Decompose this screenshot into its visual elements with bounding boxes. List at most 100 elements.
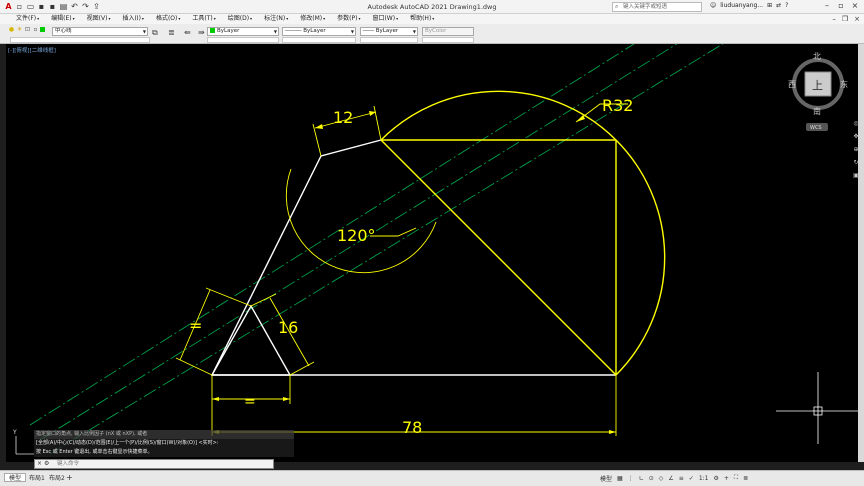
- arrowhead: [315, 124, 323, 129]
- dim-text-12[interactable]: 12: [333, 108, 353, 127]
- osnap-icon[interactable]: ◇: [659, 475, 664, 482]
- annotation-icon[interactable]: ✓: [689, 475, 694, 482]
- zoom-icon[interactable]: ⊕: [853, 146, 858, 153]
- lineweight-icon[interactable]: ≡: [679, 475, 684, 482]
- doc-minimize-button[interactable]: –: [832, 14, 836, 24]
- linetype-combo[interactable]: ――― ByLayer ▼: [282, 27, 356, 36]
- ucs-y-label: Y: [12, 429, 17, 436]
- menu-label: 视图(V): [86, 15, 108, 22]
- fullscreen-icon[interactable]: ⛶: [734, 474, 738, 482]
- compass-west[interactable]: 西: [788, 80, 796, 89]
- menu-view[interactable]: 视图(V)▾: [81, 14, 117, 24]
- make-current-icon[interactable]: ⇛: [198, 28, 205, 37]
- menu-edit[interactable]: 编辑(E)▾: [45, 14, 81, 24]
- right-scroll-strip: [858, 44, 864, 462]
- help-icon[interactable]: ?: [785, 2, 788, 9]
- plotstyle-subbar: [422, 37, 474, 43]
- menu-label: 帮助(H): [410, 15, 432, 22]
- lineweight-subbar: [360, 37, 418, 43]
- pan-icon[interactable]: ✥: [853, 133, 858, 140]
- menu-parametric[interactable]: 参数(P)▾: [331, 14, 366, 24]
- dim-text-16[interactable]: 16: [278, 318, 298, 337]
- orbit-icon[interactable]: ↻: [853, 159, 858, 166]
- close-button[interactable]: ×: [848, 1, 862, 10]
- search-input[interactable]: ⌕ 键入关键字或短语: [612, 2, 702, 12]
- menu-draw[interactable]: 绘图(D)▾: [222, 14, 258, 24]
- layer-subbar: [10, 37, 150, 43]
- color-value: ByLayer: [217, 28, 240, 34]
- dim-text-78[interactable]: 78: [402, 418, 422, 437]
- dim-text-r32[interactable]: R32: [602, 96, 633, 115]
- compass-north[interactable]: 北: [813, 52, 821, 61]
- workspace-icon[interactable]: ⚙: [713, 475, 718, 482]
- exchange-icon[interactable]: ⇄: [776, 2, 781, 9]
- ortho-icon[interactable]: ∟: [639, 475, 644, 482]
- drawing-svg[interactable]: 12 R32 120° = 16 = 78 上 北 南 西 东 WCS Y: [6, 44, 858, 462]
- user-name[interactable]: liuduanyang...: [720, 2, 763, 9]
- lineweight-combo[interactable]: ―― ByLayer ▼: [360, 27, 418, 36]
- dim-text-equal-bottom[interactable]: =: [244, 394, 256, 410]
- showmotion-icon[interactable]: ▣: [853, 172, 859, 179]
- menu-label: 绘图(D): [227, 15, 250, 22]
- arrowhead: [609, 430, 616, 434]
- sun-icon[interactable]: ☀: [16, 26, 23, 33]
- tab-model[interactable]: 模型: [4, 473, 27, 482]
- viewcube[interactable]: 上 北 南 西 东 WCS: [788, 52, 848, 131]
- menu-help[interactable]: 帮助(H)▾: [404, 14, 440, 24]
- dim12-ext1: [312, 123, 322, 157]
- settings-icon[interactable]: ⚙: [44, 460, 49, 467]
- menu-dimension[interactable]: 标注(N)▾: [258, 14, 294, 24]
- polar-icon[interactable]: ⊙: [649, 475, 654, 482]
- status-bar: 模型 ▦ ⋮ ∟ ⊙ ◇ ∠ ≡ ✓ 1:1 ⚙ + ⛶ ≣: [590, 470, 864, 486]
- doc-restore-button[interactable]: ❐: [842, 14, 848, 24]
- search-icon: ⌕: [615, 3, 619, 10]
- crosshair-cursor: [776, 372, 858, 444]
- maximize-button[interactable]: ▫: [834, 1, 848, 10]
- settings-icon[interactable]: +: [724, 475, 729, 482]
- search-placeholder: 键入关键字或短语: [623, 4, 668, 10]
- small-triangle: [210, 304, 292, 376]
- layer-properties-icon[interactable]: ⧉: [152, 28, 158, 38]
- snap-icon[interactable]: ⋮: [628, 475, 634, 482]
- layer-previous-icon[interactable]: ⇚: [184, 28, 191, 37]
- unlock-icon[interactable]: ⊡: [24, 26, 31, 33]
- layer-combo[interactable]: 中心线 ▼: [52, 27, 148, 36]
- minimize-button[interactable]: –: [820, 1, 834, 10]
- doc-close-button[interactable]: ×: [854, 14, 860, 24]
- window-controls: – ▫ ×: [820, 1, 862, 10]
- menu-tools[interactable]: 工具(T)▾: [186, 14, 221, 24]
- menu-modify[interactable]: 修改(M)▾: [294, 14, 331, 24]
- command-input[interactable]: × ⚙ 键入命令: [34, 459, 274, 469]
- title-bar: A ▫ ▭ ▪ ▪ ▤ ↶ ↷ ⇪ Autodesk AutoCAD 2021 …: [0, 0, 864, 14]
- otrack-icon[interactable]: ∠: [668, 475, 673, 482]
- customize-icon[interactable]: ≣: [743, 475, 748, 482]
- layer-states-icon[interactable]: ≣: [168, 28, 175, 37]
- menu-file[interactable]: 文件(F)▾: [10, 14, 45, 24]
- lightbulb-icon[interactable]: ●: [8, 26, 15, 33]
- plotstyle-combo[interactable]: ByColor: [422, 27, 474, 36]
- cart-icon[interactable]: ⊞: [767, 2, 772, 9]
- chevron-down-icon: ▼: [350, 29, 354, 34]
- compass-south[interactable]: 南: [813, 106, 821, 116]
- menu-insert[interactable]: 插入(I)▾: [116, 14, 149, 24]
- compass-east[interactable]: 东: [840, 79, 848, 89]
- grid-icon[interactable]: ▦: [617, 475, 623, 482]
- dim16-ext2: [289, 361, 315, 376]
- menu-window[interactable]: 窗口(W)▾: [366, 14, 404, 24]
- arrowhead: [212, 397, 219, 401]
- close-icon[interactable]: ×: [37, 460, 42, 467]
- viewport-label[interactable]: [-][俯视][二维线框]: [8, 46, 56, 54]
- dim-text-120[interactable]: 120°: [337, 226, 376, 245]
- dim-text-equal-left[interactable]: =: [189, 316, 202, 335]
- color-combo[interactable]: ByLayer ▼: [207, 27, 279, 36]
- model-space-button[interactable]: 模型: [600, 474, 612, 483]
- menu-format[interactable]: 格式(O)▾: [150, 14, 186, 24]
- full-navigation-wheel-icon[interactable]: ◎: [853, 120, 858, 127]
- add-layout-button[interactable]: +: [66, 473, 73, 482]
- yellow-geometry: [380, 90, 666, 376]
- print-state-icon[interactable]: ▫: [32, 26, 39, 33]
- annotation-scale[interactable]: 1:1: [699, 475, 709, 482]
- angle-arc: [285, 168, 437, 274]
- drawing-canvas[interactable]: 12 R32 120° = 16 = 78 上 北 南 西 东 WCS Y: [6, 44, 858, 462]
- menu-label: 窗口(W): [372, 15, 396, 22]
